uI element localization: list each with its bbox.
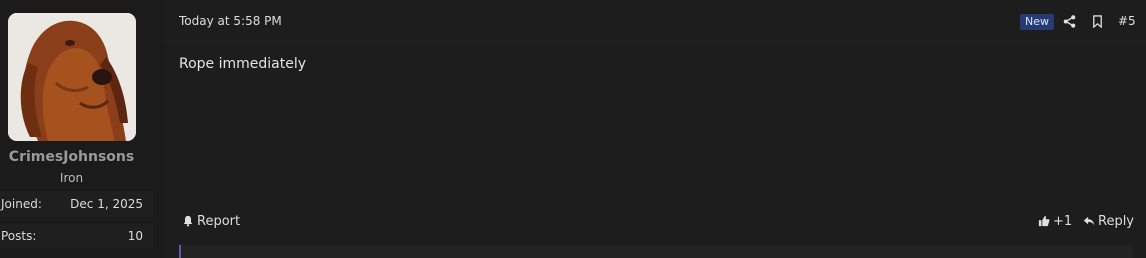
stat-value: Dec 1, 2025 [70,197,143,211]
thumbs-up-icon [1038,215,1050,227]
stat-value: 10 [127,229,143,243]
reply-arrow-icon [1083,216,1095,226]
like-button[interactable]: +1 [1038,210,1072,232]
report-button[interactable]: Report [182,210,240,232]
stat-joined: Joined: Dec 1, 2025 [0,190,153,217]
report-label: Report [197,213,241,229]
bookmark-icon[interactable] [1089,13,1105,29]
stat-label: Posts: [1,229,37,243]
bell-icon [183,215,193,227]
user-info-column: CrimesJohnsons Iron Joined: Dec 1, 2025 … [0,0,165,258]
user-title: Iron [59,171,84,185]
stat-posts: Posts: 10 [0,222,153,249]
reply-label: Reply [1098,213,1135,229]
post-timestamp[interactable]: Today at 5:58 PM [179,14,282,28]
stat-label: Joined: [1,197,42,211]
username[interactable]: CrimesJohnsons [0,149,143,165]
post-number[interactable]: #5 [1118,14,1136,28]
post-header: Today at 5:58 PM New #5 [165,0,1146,42]
bloodhound-avatar-icon [8,13,136,141]
post-footer: Report +1 Reply [165,210,1146,232]
avatar[interactable] [8,13,136,141]
reply-button[interactable]: Reply [1083,210,1134,232]
reply-preview-bar[interactable] [179,245,1133,258]
like-count: +1 [1053,213,1073,229]
post-body: Rope immediately [179,56,307,72]
new-badge: New [1020,14,1054,30]
share-icon[interactable] [1061,13,1077,29]
post-container: Today at 5:58 PM New #5 Rope immediately… [165,0,1146,258]
